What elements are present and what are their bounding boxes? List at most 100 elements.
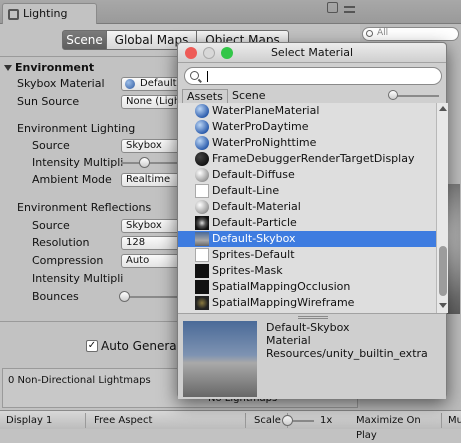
scale-value: 1x xyxy=(320,415,333,426)
ambient-label: Ambient Mode xyxy=(32,173,112,186)
resize-grip[interactable] xyxy=(298,316,328,319)
maximize-on-play-toggle[interactable]: Maximize On Play xyxy=(352,413,442,441)
scroll-up-icon[interactable] xyxy=(439,106,447,111)
close-dot[interactable] xyxy=(185,47,197,59)
gray-sphere-icon xyxy=(195,168,209,182)
intensity-slider-knob[interactable] xyxy=(139,157,150,168)
refl-intensity-label: Intensity Multipli xyxy=(32,272,124,285)
white-square-icon xyxy=(195,184,209,198)
foldout-arrow-icon xyxy=(4,65,12,71)
black-square-icon xyxy=(195,280,209,294)
list-item[interactable]: WaterProDaytime xyxy=(178,119,436,135)
list-item-label: SpatialMappingOcclusion xyxy=(212,280,351,293)
aspect-dropdown[interactable]: Free Aspect xyxy=(90,413,246,428)
compression-label: Compression xyxy=(32,254,104,267)
sky-gradient-icon xyxy=(195,232,209,246)
auto-generate-checkbox[interactable]: ✓ xyxy=(86,340,98,352)
intensity-label: Intensity Multipli xyxy=(32,156,124,169)
gray-sphere-icon xyxy=(195,200,209,214)
tab-scene-assets[interactable]: Scene xyxy=(228,89,270,103)
tab-assets[interactable]: Assets xyxy=(182,89,228,103)
refl-source-label: Source xyxy=(32,219,70,232)
list-item[interactable]: Sprites-Default xyxy=(178,247,436,263)
display-dropdown[interactable]: Display 1 xyxy=(2,413,86,428)
list-item-label: Sprites-Mask xyxy=(212,264,283,277)
auto-generate-label: Auto Generate xyxy=(101,339,189,353)
list-item-label: Default-Skybox xyxy=(212,232,296,245)
list-item-label: FrameDebuggerRenderTargetDisplay xyxy=(212,152,415,165)
skybox-label: Skybox Material xyxy=(17,77,105,90)
select-material-window: Select Material Assets Scene WaterPlaneM… xyxy=(177,42,448,399)
hierarchy-search[interactable]: All xyxy=(362,27,459,41)
icon-size-slider-knob[interactable] xyxy=(388,90,398,100)
list-item[interactable]: WaterPlaneMaterial xyxy=(178,103,436,119)
material-list: WaterPlaneMaterial WaterProDaytime WaterPr… xyxy=(178,103,436,313)
preview-path: Resources/unity_builtin_extra xyxy=(266,347,428,360)
bounces-label: Bounces xyxy=(32,290,79,303)
icon-size-slider-track[interactable] xyxy=(391,95,439,97)
ambient-dropdown[interactable]: Realtime xyxy=(121,173,181,187)
tab-lighting-label: Lighting xyxy=(23,7,68,20)
source-label: Source xyxy=(32,139,70,152)
material-sphere-icon xyxy=(125,79,135,89)
list-item[interactable]: WaterProNighttime xyxy=(178,135,436,151)
list-item-label: Default-Line xyxy=(212,184,280,197)
search-icon xyxy=(366,30,373,37)
black-sphere-icon xyxy=(195,152,209,166)
black-square-icon xyxy=(195,264,209,278)
tab-lighting[interactable]: Lighting xyxy=(2,3,97,24)
scroll-down-icon[interactable] xyxy=(439,303,447,308)
list-item[interactable]: FrameDebuggerRenderTargetDisplay xyxy=(178,151,436,167)
preview-name: Default-Skybox xyxy=(266,321,350,334)
dark-wire-icon xyxy=(195,296,209,310)
list-item[interactable]: Default-Material xyxy=(178,199,436,215)
list-item-label: WaterProNighttime xyxy=(212,136,317,149)
tab-scene[interactable]: Scene xyxy=(62,30,107,50)
list-scrollbar[interactable] xyxy=(436,103,448,313)
source-dropdown[interactable]: Skybox xyxy=(121,139,181,153)
list-item[interactable]: Default-Line xyxy=(178,183,436,199)
bounces-slider-knob[interactable] xyxy=(119,291,130,302)
list-item-label: SpatialMappingWireframe xyxy=(212,296,355,309)
minimize-dot[interactable] xyxy=(203,47,215,59)
refl-source-dropdown[interactable]: Skybox xyxy=(121,219,181,233)
search-icon xyxy=(190,71,199,80)
list-item[interactable]: Default-Diffuse xyxy=(178,167,436,183)
preview-type: Material xyxy=(266,334,311,347)
asset-scene-tabs: Assets Scene xyxy=(178,89,446,103)
compression-dropdown[interactable]: Auto xyxy=(121,254,181,268)
window-title: Select Material xyxy=(270,46,354,59)
resolution-label: Resolution xyxy=(32,236,90,249)
zoom-dot[interactable] xyxy=(221,47,233,59)
environment-header[interactable]: Environment xyxy=(0,60,94,76)
blue-sphere-icon xyxy=(195,104,209,118)
skybox-preview-image xyxy=(183,321,257,397)
material-preview-panel: Default-Skybox Material Resources/unity_… xyxy=(178,313,446,399)
blue-sphere-icon xyxy=(195,136,209,150)
window-title-bar[interactable]: Select Material xyxy=(178,43,446,63)
white-square-icon xyxy=(195,248,209,262)
tab-options[interactable] xyxy=(324,2,355,16)
list-item[interactable]: SpatialMappingOcclusion xyxy=(178,279,436,295)
sun-source-label: Sun Source xyxy=(17,95,80,108)
list-item[interactable]: Sprites-Mask xyxy=(178,263,436,279)
list-item[interactable]: Default-Skybox xyxy=(178,231,436,247)
material-search-input[interactable] xyxy=(184,67,442,85)
list-item-label: Default-Particle xyxy=(212,216,297,229)
mute-audio-toggle[interactable]: Mu xyxy=(444,413,461,428)
menu-icon[interactable] xyxy=(344,6,355,13)
list-item-label: WaterPlaneMaterial xyxy=(212,104,320,117)
list-item-label: Sprites-Default xyxy=(212,248,295,261)
resolution-dropdown[interactable]: 128 xyxy=(121,236,181,250)
list-item[interactable]: SpatialMappingWireframe xyxy=(178,295,436,311)
blue-sphere-icon xyxy=(195,120,209,134)
dark-sphere-icon xyxy=(195,216,209,230)
scrollbar-thumb[interactable] xyxy=(439,246,447,296)
list-item-label: Default-Material xyxy=(212,200,301,213)
list-item[interactable]: Default-Particle xyxy=(178,215,436,231)
lightmaps-count: 0 Non-Directional Lightmaps xyxy=(8,375,151,386)
list-item-label: WaterProDaytime xyxy=(212,120,309,133)
scale-slider-knob[interactable] xyxy=(282,415,293,426)
lock-icon[interactable] xyxy=(326,2,338,13)
game-view-toolbar: Display 1 Free Aspect Scale 1x Maximize … xyxy=(0,410,461,441)
